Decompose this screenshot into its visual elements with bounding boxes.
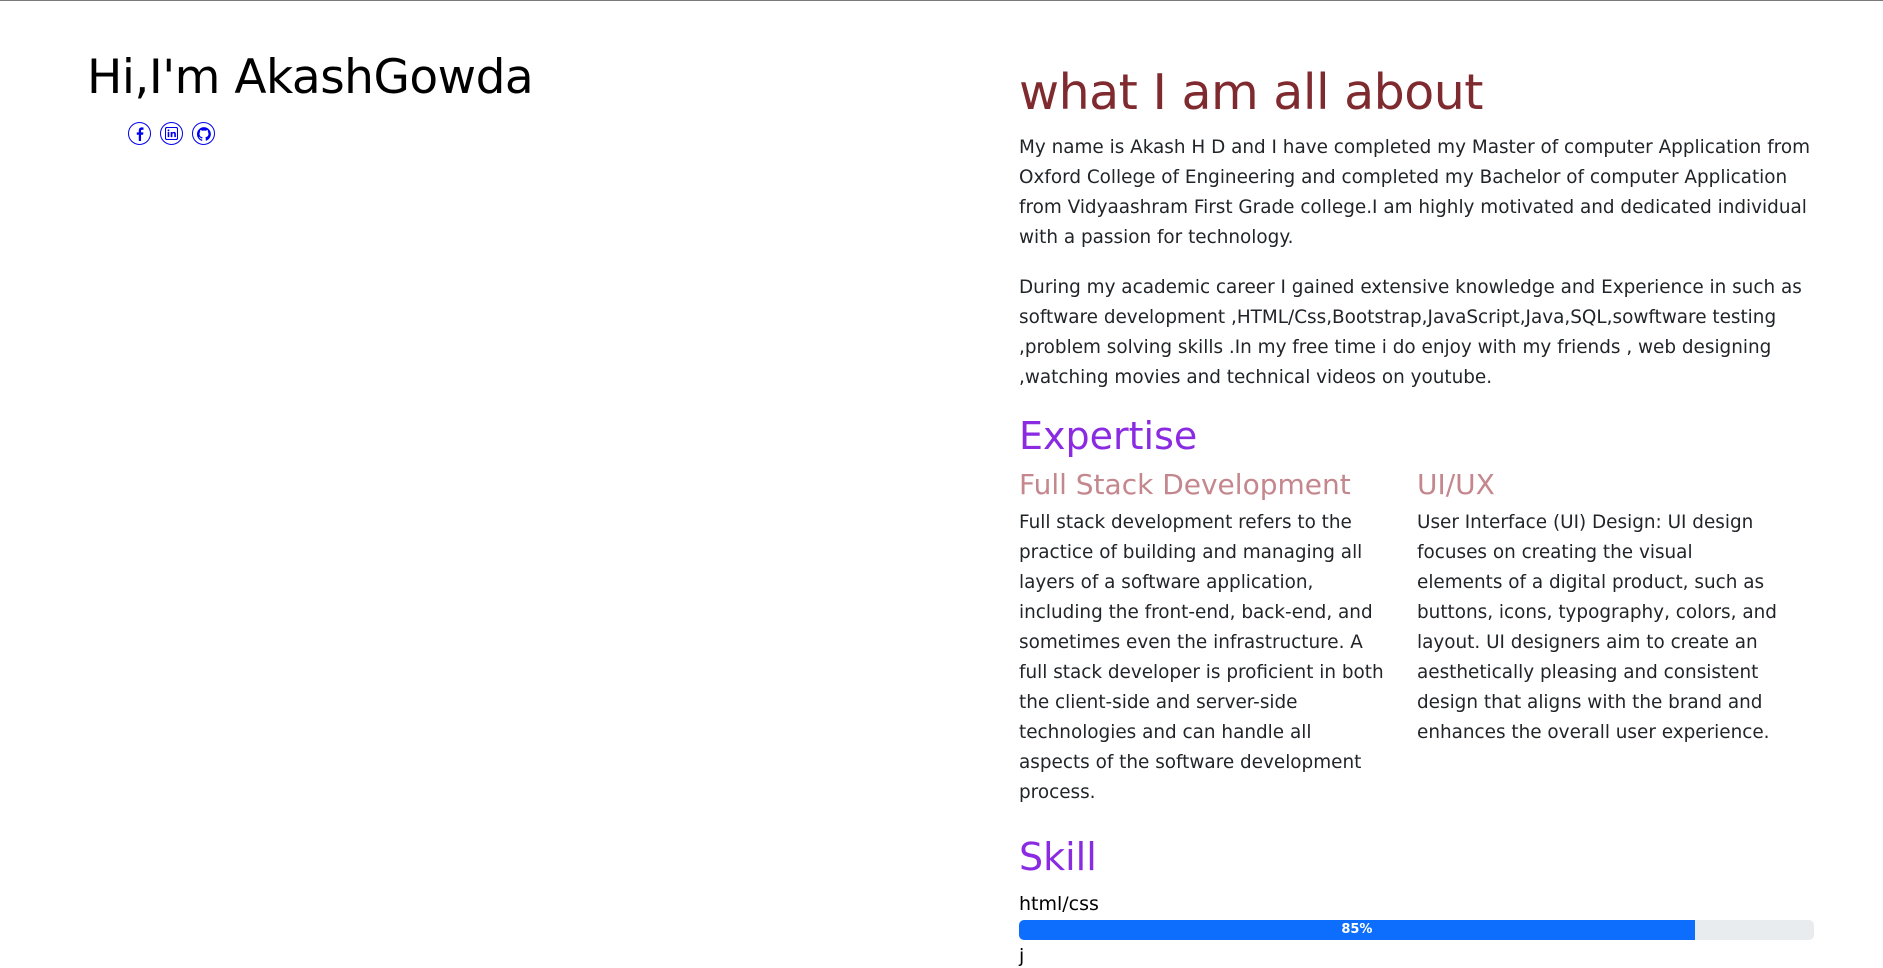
top-border <box>0 0 1883 1</box>
hero-title: Hi,I'm AkashGowda <box>87 50 534 105</box>
about-title: what I am all about <box>1019 64 1484 121</box>
expertise-heading: UI/UX <box>1417 468 1495 501</box>
github-icon <box>196 126 211 141</box>
expertise-card-uiux: UI/UX User Interface (UI) Design: UI des… <box>1417 467 1777 808</box>
about-paragraph-2: During my academic career I gained exten… <box>1019 277 1802 388</box>
expertise-text: Full stack development refers to the pra… <box>1019 512 1384 803</box>
expertise-text: User Interface (UI) Design: UI design fo… <box>1417 512 1777 743</box>
linkedin-icon <box>165 127 178 140</box>
expertise-heading: Full Stack Development <box>1019 468 1351 501</box>
social-links <box>128 122 887 145</box>
expertise-title: Expertise <box>1019 414 1198 458</box>
skill-progress-bar: 85% <box>1019 920 1695 940</box>
skill-label-next: j <box>1019 945 1025 967</box>
skill-label: html/css <box>1019 893 1099 915</box>
github-link[interactable] <box>192 122 215 145</box>
skill-title: Skill <box>1019 835 1097 879</box>
facebook-link[interactable] <box>128 122 151 145</box>
expertise-card-fullstack: Full Stack Development Full stack develo… <box>1019 467 1384 808</box>
facebook-icon <box>133 126 147 141</box>
hero-section: Hi,I'm AkashGowda <box>87 46 887 145</box>
linkedin-link[interactable] <box>160 122 183 145</box>
expertise-grid: Full Stack Development Full stack develo… <box>1019 467 1814 808</box>
about-section: what I am all about My name is Akash H D… <box>1019 60 1814 968</box>
about-paragraph-1: My name is Akash H D and I have complete… <box>1019 137 1810 248</box>
skill-progress-track: 85% <box>1019 920 1814 940</box>
